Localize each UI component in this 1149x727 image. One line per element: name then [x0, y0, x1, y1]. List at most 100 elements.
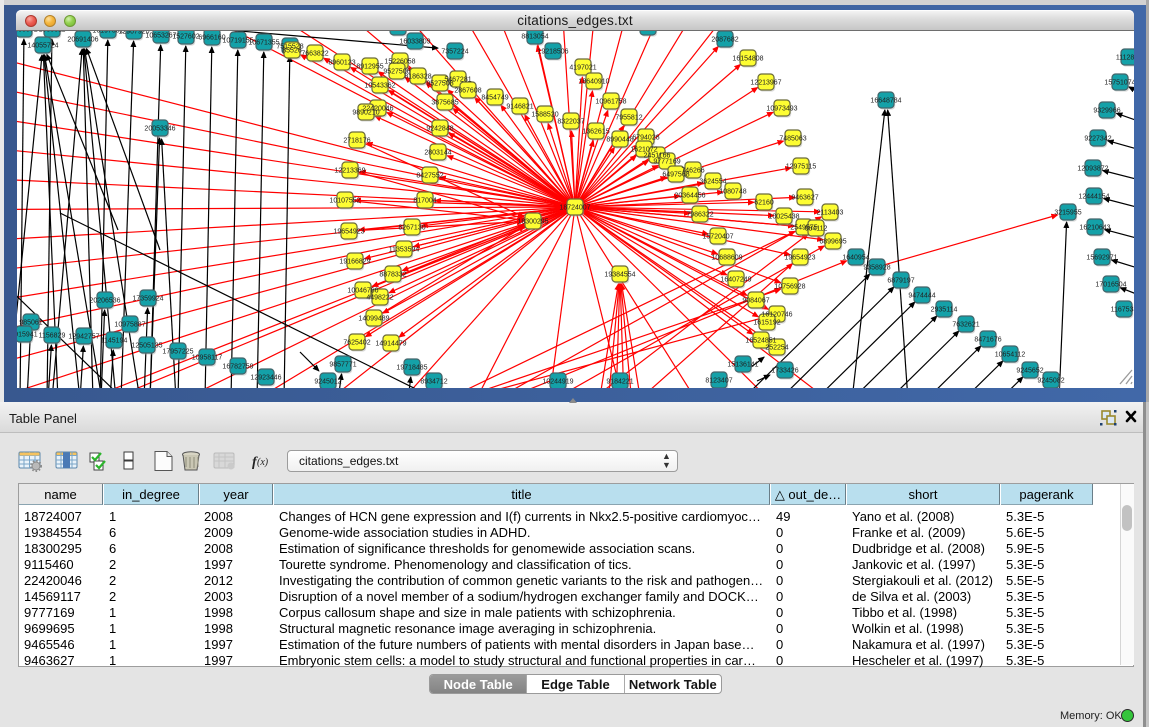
- svg-text:19654923: 19654923: [333, 229, 364, 236]
- svg-text:15136141: 15136141: [727, 362, 758, 369]
- svg-text:1145194: 1145194: [101, 338, 128, 345]
- svg-text:12213369: 12213369: [334, 168, 365, 175]
- svg-text:12444154: 12444154: [1078, 194, 1109, 201]
- svg-text:8934712: 8934712: [420, 379, 447, 386]
- svg-text:2935114: 2935114: [931, 307, 958, 314]
- svg-text:6899695: 6899695: [819, 239, 846, 246]
- svg-text:16154808: 16154808: [732, 56, 763, 63]
- svg-text:15720407: 15720407: [702, 234, 733, 241]
- svg-text:16210643: 16210643: [1079, 225, 1110, 232]
- svg-text:9890210: 9890210: [352, 110, 379, 117]
- svg-text:7663822: 7663822: [301, 51, 328, 58]
- svg-text:2113403: 2113403: [817, 210, 844, 217]
- svg-text:2087682: 2087682: [711, 37, 738, 44]
- svg-text:12213967: 12213967: [750, 80, 781, 87]
- svg-text:4498222: 4498222: [366, 295, 393, 302]
- svg-text:62160: 62160: [754, 200, 774, 207]
- svg-text:3215955: 3215955: [1054, 210, 1081, 217]
- svg-text:8990448: 8990448: [606, 137, 633, 144]
- svg-text:16033809: 16033809: [399, 39, 430, 46]
- svg-text:2718176: 2718176: [343, 138, 370, 145]
- svg-text:9084067: 9084067: [742, 298, 769, 305]
- svg-text:16524851: 16524851: [745, 338, 776, 345]
- svg-text:9635734: 9635734: [384, 31, 411, 32]
- svg-text:20206536: 20206536: [89, 298, 120, 305]
- svg-text:9329966: 9329966: [1093, 108, 1120, 115]
- svg-text:6879197: 6879197: [887, 278, 914, 285]
- svg-text:1640954: 1640954: [842, 255, 869, 262]
- svg-text:12923446: 12923446: [250, 375, 281, 382]
- svg-text:252254: 252254: [765, 345, 788, 352]
- svg-text:19718485: 19718485: [396, 365, 427, 372]
- svg-text:15692971: 15692971: [1086, 255, 1117, 262]
- svg-text:1980811: 1980811: [39, 31, 66, 34]
- svg-text:8427552: 8427552: [416, 173, 443, 180]
- svg-text:10688609: 10688609: [711, 255, 742, 262]
- svg-text:817004: 817004: [413, 198, 436, 205]
- svg-text:1362615: 1362615: [582, 129, 609, 136]
- svg-text:10244919: 10244919: [542, 379, 573, 386]
- svg-text:15226058: 15226058: [384, 59, 415, 66]
- svg-text:15751074: 15751074: [1104, 80, 1134, 87]
- svg-text:10654112: 10654112: [995, 352, 1026, 359]
- svg-text:9857771: 9857771: [329, 362, 356, 369]
- svg-text:19218506: 19218506: [537, 49, 568, 56]
- svg-text:7357224: 7357224: [441, 49, 468, 56]
- svg-text:3915941: 3915941: [17, 332, 38, 339]
- svg-text:14099489: 14099489: [358, 316, 389, 323]
- svg-text:9242848: 9242848: [426, 126, 453, 133]
- svg-text:18724007: 18724007: [559, 205, 590, 212]
- svg-text:14055724: 14055724: [27, 43, 58, 50]
- svg-text:10973493: 10973493: [766, 106, 797, 113]
- svg-text:17016504: 17016504: [1095, 282, 1126, 289]
- svg-text:1167533: 1167533: [1111, 307, 1134, 314]
- svg-text:4197021: 4197021: [569, 65, 596, 72]
- svg-text:9463627: 9463627: [791, 195, 818, 202]
- svg-text:746266: 746266: [681, 168, 704, 175]
- svg-text:19654923: 19654923: [784, 255, 815, 262]
- svg-text:9245652: 9245652: [1016, 368, 1043, 375]
- svg-text:20691406: 20691406: [67, 37, 98, 44]
- svg-text:16648784: 16648784: [870, 98, 901, 105]
- svg-text:2405572: 2405572: [17, 31, 38, 34]
- svg-text:19384554: 19384554: [604, 272, 635, 279]
- svg-text:11353594: 11353594: [389, 247, 420, 254]
- svg-text:1588520: 1588520: [531, 112, 558, 119]
- svg-text:1156829: 1156829: [39, 333, 66, 340]
- svg-text:9474444: 9474444: [908, 293, 935, 300]
- svg-text:7986322: 7986322: [686, 212, 713, 219]
- svg-text:12093872: 12093872: [1077, 166, 1108, 173]
- svg-text:8912955: 8912955: [356, 64, 383, 71]
- svg-text:8267130: 8267130: [398, 225, 425, 232]
- svg-text:8813054: 8813054: [521, 34, 548, 41]
- svg-text:7632621: 7632621: [952, 322, 979, 329]
- svg-text:8415504: 8415504: [634, 31, 661, 32]
- svg-text:9777169: 9777169: [653, 159, 680, 166]
- svg-text:9245082: 9245082: [1037, 378, 1064, 385]
- svg-text:18300295: 18300295: [517, 219, 548, 226]
- svg-text:8454749: 8454749: [481, 95, 508, 102]
- svg-text:16782759: 16782759: [222, 364, 253, 371]
- svg-text:19166829: 19166829: [339, 259, 370, 266]
- svg-text:10543362: 10543362: [364, 83, 395, 90]
- svg-text:3875685: 3875685: [431, 100, 458, 107]
- svg-text:1733426: 1733426: [771, 368, 798, 375]
- svg-text:17359924: 17359924: [132, 296, 163, 303]
- svg-text:12975115: 12975115: [786, 164, 817, 171]
- svg-text:9245012: 9245012: [314, 379, 341, 386]
- svg-text:8960123: 8960123: [328, 60, 355, 67]
- svg-text:(x): (x): [257, 457, 269, 468]
- svg-text:12942757: 12942757: [68, 334, 99, 341]
- svg-text:16120746: 16120746: [761, 312, 792, 319]
- svg-text:3624554: 3624554: [699, 179, 726, 186]
- svg-text:10958117: 10958117: [192, 355, 223, 362]
- svg-text:8123407: 8123407: [705, 378, 732, 385]
- svg-text:2867608: 2867608: [454, 88, 481, 95]
- svg-text:9184221: 9184221: [606, 379, 633, 386]
- svg-text:20364456: 20364456: [674, 193, 705, 200]
- svg-text:6794028: 6794028: [632, 135, 659, 142]
- svg-text:7955812: 7955812: [615, 115, 642, 122]
- svg-text:7625402: 7625402: [343, 340, 370, 347]
- svg-text:17957225: 17957225: [162, 349, 193, 356]
- svg-text:14914479: 14914479: [375, 341, 406, 348]
